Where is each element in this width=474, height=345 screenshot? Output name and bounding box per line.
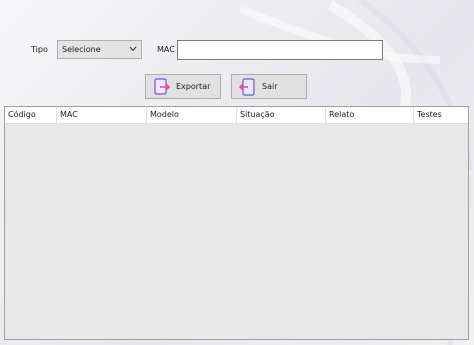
exit-button-label: Sair (262, 82, 278, 91)
grid-header: Código MAC Modelo Situação Relato Testes (5, 107, 468, 124)
column-header-mac[interactable]: MAC (57, 107, 147, 123)
column-header-codigo[interactable]: Código (5, 107, 57, 123)
column-header-situacao[interactable]: Situação (237, 107, 326, 123)
tipo-label: Tipo (31, 45, 48, 54)
export-button[interactable]: Exportar (145, 74, 221, 99)
export-icon (154, 77, 171, 95)
mac-input[interactable] (177, 40, 383, 60)
main-window: Tipo Selecione MAC Exportar Sair Código … (0, 0, 474, 345)
mac-label: MAC (157, 45, 175, 54)
tipo-select-value: Selecione (62, 45, 101, 54)
column-header-relato[interactable]: Relato (326, 107, 414, 123)
column-header-testes[interactable]: Testes (414, 107, 468, 123)
column-header-modelo[interactable]: Modelo (147, 107, 237, 123)
tipo-select[interactable]: Selecione (57, 40, 142, 59)
data-grid[interactable]: Código MAC Modelo Situação Relato Testes (4, 106, 469, 340)
exit-door-icon (239, 77, 255, 96)
chevron-down-icon (129, 46, 137, 52)
export-button-label: Exportar (176, 82, 211, 91)
exit-button[interactable]: Sair (231, 74, 307, 99)
